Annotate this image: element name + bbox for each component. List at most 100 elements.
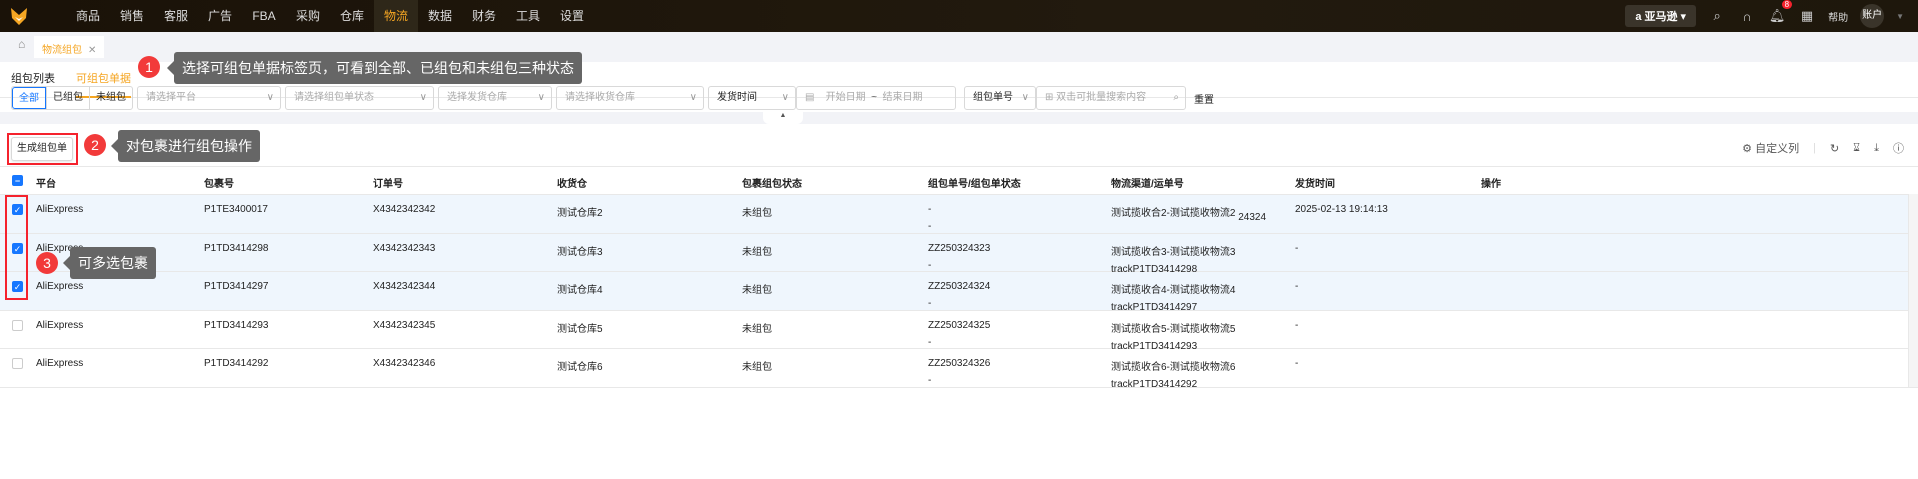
ship-time-cell: -: [1295, 320, 1299, 331]
nav-item[interactable]: 采购: [286, 0, 330, 32]
channel-cell: 测试揽收合5-测试揽收物流5 trackP1TD3414293: [1111, 324, 1236, 352]
ship-time-cell: -: [1295, 243, 1299, 254]
chevron-down-icon: ∨: [537, 92, 545, 103]
table-row[interactable]: ✓ AliExpress P1TD3414297 X4342342344 测试仓库4 未组…: [0, 272, 1918, 313]
search-icon[interactable]: ⌕: [1708, 8, 1726, 24]
notification-badge: 8: [1781, 0, 1793, 9]
chevron-down-icon: ∨: [419, 92, 427, 103]
help-link[interactable]: 帮助: [1828, 9, 1848, 24]
nav-item[interactable]: 物流: [374, 0, 418, 32]
pack-no-cell: ZZ250324326-: [928, 358, 991, 386]
channel-cell: 测试揽收合4-测试揽收物流4 trackP1TD3414297: [1111, 285, 1236, 313]
platform-cell: AliExpress: [36, 320, 84, 331]
pack-status-cell: 未组包: [742, 208, 772, 219]
table-row[interactable]: ✓ AliExpress P1TE3400017 X4342342342 测试仓库2 未组…: [0, 195, 1918, 234]
pack-status-cell: 未组包: [742, 324, 772, 335]
apps-grid-icon[interactable]: ▦: [1798, 8, 1816, 24]
annotation-number: 2: [84, 134, 106, 156]
hourglass-icon[interactable]: ⌛︎: [1853, 142, 1860, 155]
row-checkbox[interactable]: [12, 320, 23, 331]
package-no-cell: P1TD3414297: [204, 281, 269, 292]
channel-cell: 测试揽收合6-测试揽收物流6 trackP1TD3414292: [1111, 362, 1236, 390]
pack-no-cell: ZZ250324323-: [928, 243, 991, 271]
close-icon[interactable]: ✕: [88, 45, 96, 56]
table-header: − 平台 包裹号 订单号 收货仓 包裹组包状态 组包单号/组包单状态 物流渠道/运单号 发货时…: [0, 166, 1918, 195]
home-icon[interactable]: ⌂: [18, 37, 25, 51]
pack-status-select[interactable]: 请选择组包单状态 ∨: [285, 86, 434, 110]
scrollbar[interactable]: [1908, 194, 1918, 387]
fox-logo-icon[interactable]: [0, 0, 38, 32]
column-header: 包裹组包状态: [742, 179, 802, 190]
segment-packed[interactable]: 已组包: [46, 87, 89, 109]
table-toolbar: ⚙ 自定义列 | ↻ ⌛︎ ⤓ ⓘ: [1742, 140, 1904, 156]
annotation-tooltip: 对包裹进行组包操作: [111, 130, 260, 162]
pack-no-cell: --: [928, 204, 932, 232]
shop-selector[interactable]: a 亚马逊 ▾: [1625, 5, 1697, 27]
warehouse-cell: 测试仓库3: [557, 247, 603, 258]
nav-item[interactable]: 广告: [198, 0, 242, 32]
batch-search-input[interactable]: ⊞ 双击可批量搜索内容 ⌕: [1036, 86, 1186, 110]
time-type-select[interactable]: 发货时间 ∨: [708, 86, 796, 110]
date-range-picker[interactable]: ▤ 开始日期 ~ 结束日期: [796, 86, 956, 110]
segment-unpacked[interactable]: 未组包: [89, 87, 132, 109]
pack-no-cell: ZZ250324324-: [928, 281, 991, 309]
packages-table: − 平台 包裹号 订单号 收货仓 包裹组包状态 组包单号/组包单状态 物流渠道/运单号 发货时…: [0, 166, 1918, 390]
chevron-down-icon[interactable]: ▼: [1896, 12, 1904, 21]
order-no-cell: X4342342346: [373, 358, 436, 369]
table-row[interactable]: AliExpress P1TD3414293 X4342342345 测试仓库5 未组包…: [0, 311, 1918, 352]
custom-columns-button[interactable]: ⚙ 自定义列: [1742, 140, 1799, 156]
pack-status-cell: 未组包: [742, 285, 772, 296]
column-header: 物流渠道/运单号: [1111, 179, 1184, 190]
bell-icon[interactable]: 🔔︎ 8: [1768, 0, 1793, 24]
download-icon[interactable]: ⤓: [1874, 142, 1879, 155]
package-no-cell: P1TD3414298: [204, 243, 269, 254]
package-no-cell: P1TD3414293: [204, 320, 269, 331]
order-no-cell: X4342342345: [373, 320, 436, 331]
nav-item[interactable]: 销售: [110, 0, 154, 32]
order-no-cell: X4342342344: [373, 281, 436, 292]
warehouse-cell: 测试仓库2: [557, 208, 603, 219]
channel-cell: 测试揽收合3-测试揽收物流3 trackP1TD3414298: [1111, 247, 1236, 275]
nav-item[interactable]: 商品: [66, 0, 110, 32]
select-all-checkbox[interactable]: −: [12, 175, 23, 186]
row-checkbox[interactable]: [12, 358, 23, 369]
chevron-down-icon: ∨: [781, 92, 789, 103]
help-icon[interactable]: ⓘ: [1893, 140, 1904, 156]
headset-icon[interactable]: ∩: [1738, 9, 1756, 24]
chevron-down-icon: ∨: [689, 92, 697, 103]
table-row[interactable]: ✓ AliExpress P1TD3414298 X4342342343 测试仓库3 未组…: [0, 234, 1918, 275]
collapse-filter-toggle[interactable]: ▲: [763, 112, 803, 124]
pack-no-cell: ZZ250324325-: [928, 320, 991, 348]
receive-warehouse-select[interactable]: 请选择收货仓库 ∨: [556, 86, 704, 110]
highlight-box: [7, 133, 78, 165]
warehouse-cell: 测试仓库4: [557, 285, 603, 296]
package-no-cell: P1TD3414292: [204, 358, 269, 369]
nav-item[interactable]: 客服: [154, 0, 198, 32]
settings-icon: ⚙: [1742, 143, 1753, 155]
search-type-select[interactable]: 组包单号 ∨: [964, 86, 1036, 110]
pack-status-cell: 未组包: [742, 247, 772, 258]
table-row[interactable]: AliExpress P1TD3414292 X4342342346 测试仓库6 未组包…: [0, 349, 1918, 390]
nav-item[interactable]: 工具: [506, 0, 550, 32]
annotation-tooltip: 选择可组包单据标签页，可看到全部、已组包和未组包三种状态: [167, 52, 582, 84]
column-header: 组包单号/组包单状态: [928, 179, 1021, 190]
column-header: 包裹号: [204, 179, 234, 190]
refresh-icon[interactable]: ↻: [1830, 142, 1839, 155]
page-tab-logistics-pack[interactable]: 物流组包 ✕: [34, 36, 105, 58]
platform-select[interactable]: 请选择平台 ∨: [137, 86, 281, 110]
package-no-cell: P1TE3400017: [204, 204, 268, 215]
search-icon[interactable]: ⌕: [1173, 87, 1179, 109]
reset-button[interactable]: 重置: [1194, 91, 1214, 106]
nav-item[interactable]: 仓库: [330, 0, 374, 32]
ship-warehouse-select[interactable]: 选择发货仓库 ∨: [438, 86, 552, 110]
nav-item[interactable]: 财务: [462, 0, 506, 32]
warehouse-cell: 测试仓库5: [557, 324, 603, 335]
ship-time-cell: -: [1295, 358, 1299, 369]
nav-item[interactable]: 数据: [418, 0, 462, 32]
order-no-cell: X4342342342: [373, 204, 436, 215]
nav-item[interactable]: FBA: [242, 0, 286, 32]
nav-item[interactable]: 设置: [550, 0, 594, 32]
top-nav: 商品 销售 客服 广告 FBA 采购 仓库 物流 数据 财务 工具 设置 a 亚马逊 ▾ ⌕ ∩ 🔔︎…: [0, 0, 1918, 32]
segment-all[interactable]: 全部: [12, 87, 46, 109]
account-avatar[interactable]: 账户: [1860, 4, 1885, 28]
